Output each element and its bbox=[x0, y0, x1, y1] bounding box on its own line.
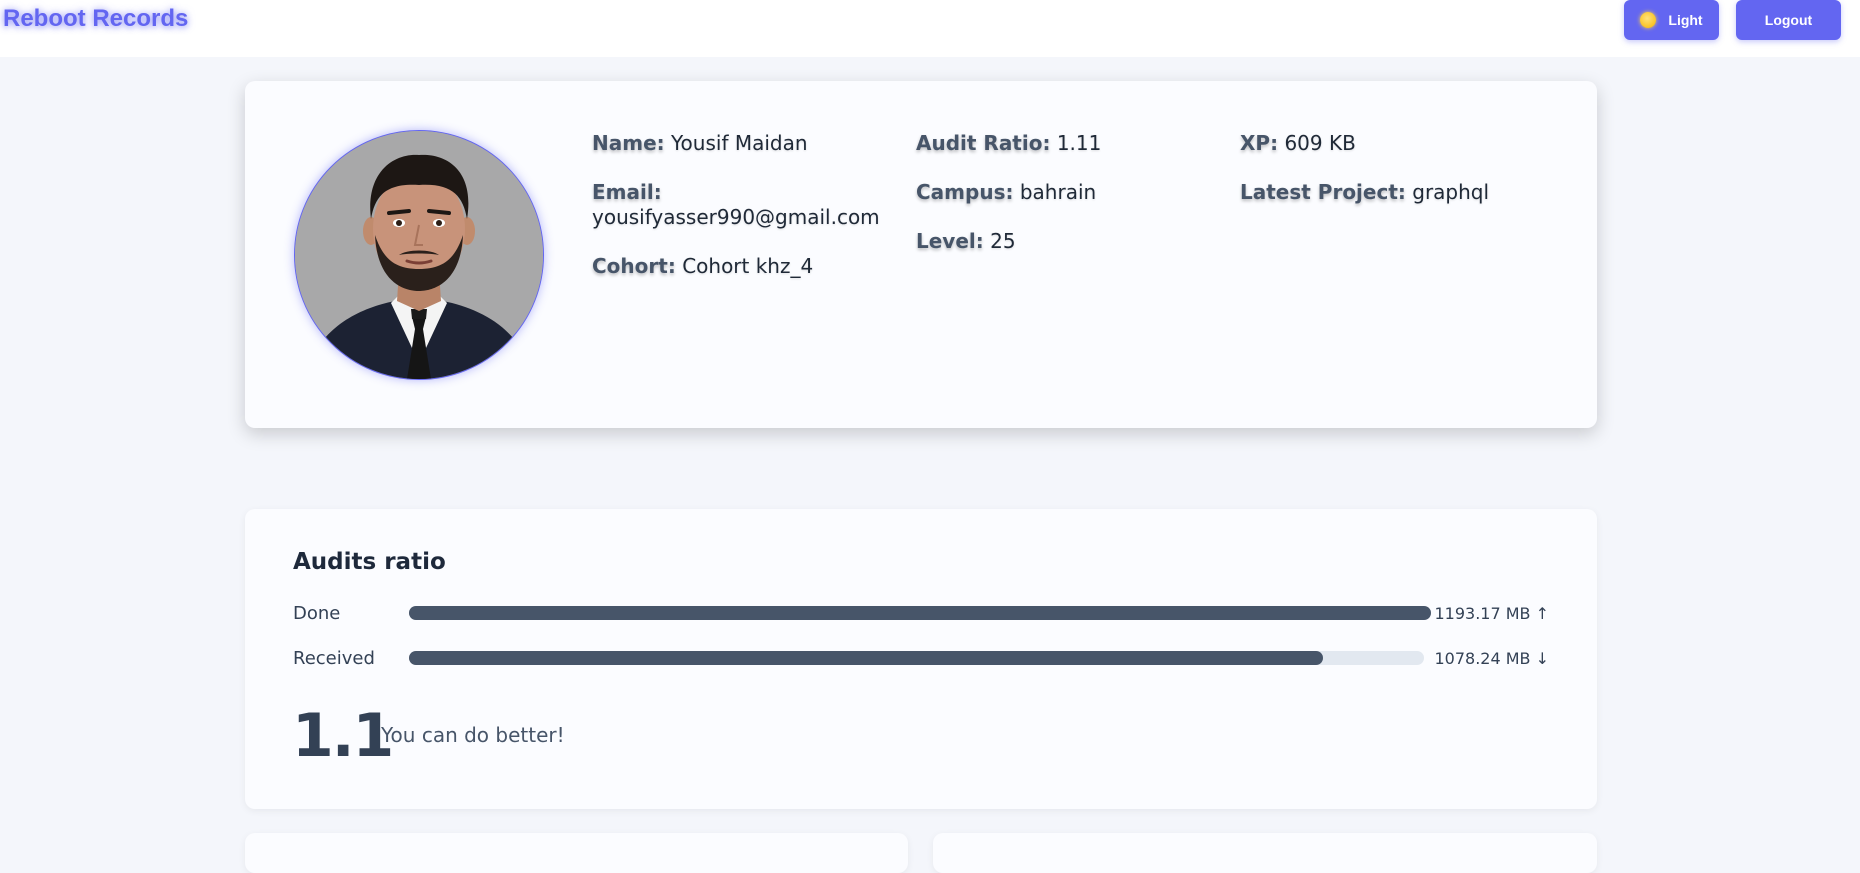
campus-value: bahrain bbox=[1019, 180, 1097, 204]
xp-value: 609 KB bbox=[1284, 131, 1356, 155]
done-amount: 1193.17 MB bbox=[1434, 604, 1531, 623]
avatar bbox=[294, 130, 544, 380]
bottom-left-card bbox=[245, 833, 908, 873]
level-label: Level: bbox=[916, 229, 984, 253]
sun-icon bbox=[1640, 12, 1657, 28]
done-value: 1193.17 MB ↑ bbox=[1434, 604, 1549, 623]
done-bar-fill bbox=[409, 606, 1431, 620]
top-navbar: Reboot Records Light Logout bbox=[0, 0, 1860, 57]
received-bar-fill bbox=[409, 651, 1323, 665]
received-value: 1078.24 MB ↓ bbox=[1434, 649, 1549, 668]
name-value: Yousif Maidan bbox=[671, 131, 808, 155]
level-value: 25 bbox=[990, 229, 1016, 253]
theme-toggle-label: Light bbox=[1668, 12, 1703, 28]
brand-logo[interactable]: Reboot Records bbox=[3, 5, 188, 33]
profile-campus: Campus: bahrain bbox=[916, 180, 1096, 205]
audit-ratio-label: Audit Ratio: bbox=[916, 131, 1051, 155]
profile-latest-project: Latest Project: graphql bbox=[1240, 180, 1489, 205]
xp-label: XP: bbox=[1240, 131, 1279, 155]
done-bar-track bbox=[409, 606, 1431, 620]
name-label: Name: bbox=[592, 131, 665, 155]
done-label: Done bbox=[293, 603, 341, 624]
latest-project-value: graphql bbox=[1412, 180, 1490, 204]
email-value: yousifyasser990@gmail.com bbox=[592, 205, 880, 229]
cohort-label: Cohort: bbox=[592, 254, 676, 278]
bottom-right-card bbox=[933, 833, 1597, 873]
audits-title: Audits ratio bbox=[293, 549, 446, 575]
latest-project-label: Latest Project: bbox=[1240, 180, 1406, 204]
theme-toggle-button[interactable]: Light bbox=[1624, 0, 1719, 40]
cohort-value: Cohort khz_4 bbox=[682, 254, 814, 278]
profile-photo bbox=[295, 131, 543, 379]
profile-xp: XP: 609 KB bbox=[1240, 131, 1356, 156]
profile-card: Name: Yousif Maidan Email: yousifyasser9… bbox=[245, 81, 1597, 428]
arrow-down-icon: ↓ bbox=[1535, 649, 1549, 668]
profile-email: Email: yousifyasser990@gmail.com bbox=[592, 180, 892, 230]
audit-ratio-big-number: 1.1 bbox=[292, 701, 394, 771]
email-label: Email: bbox=[592, 180, 662, 204]
received-label: Received bbox=[293, 648, 375, 669]
audits-ratio-card: Audits ratio Done 1193.17 MB ↑ Received … bbox=[245, 509, 1597, 809]
received-bar-track bbox=[409, 651, 1424, 665]
audit-ratio-message: You can do better! bbox=[381, 723, 565, 747]
audit-ratio-value: 1.11 bbox=[1056, 131, 1102, 155]
logout-button[interactable]: Logout bbox=[1736, 0, 1841, 40]
campus-label: Campus: bbox=[916, 180, 1014, 204]
profile-cohort: Cohort: Cohort khz_4 bbox=[592, 254, 813, 279]
profile-level: Level: 25 bbox=[916, 229, 1016, 254]
profile-name: Name: Yousif Maidan bbox=[592, 131, 808, 156]
arrow-up-icon: ↑ bbox=[1535, 604, 1549, 623]
profile-audit-ratio: Audit Ratio: 1.11 bbox=[916, 131, 1101, 156]
received-amount: 1078.24 MB bbox=[1434, 649, 1531, 668]
